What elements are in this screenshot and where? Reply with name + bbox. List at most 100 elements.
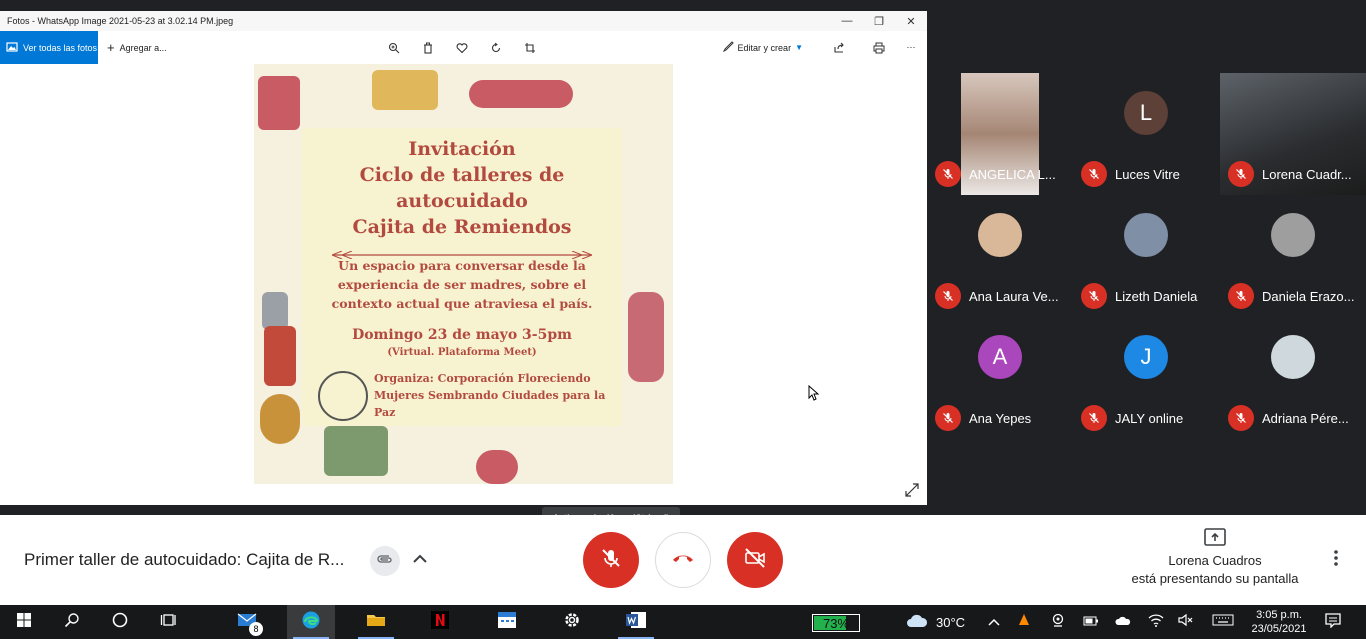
microphone-toggle-button[interactable] bbox=[583, 532, 639, 588]
camera-toggle-button[interactable] bbox=[727, 532, 783, 588]
print-icon[interactable] bbox=[871, 40, 887, 56]
battery-tray[interactable] bbox=[1083, 614, 1099, 630]
favorite-icon[interactable] bbox=[454, 40, 470, 56]
cortana-button[interactable] bbox=[96, 605, 144, 639]
participant-name: JALY online bbox=[1115, 410, 1184, 426]
avatar: L bbox=[1124, 91, 1168, 135]
participant-name: Daniela Erazo... bbox=[1262, 288, 1355, 304]
battery-indicator[interactable]: 73% bbox=[812, 614, 860, 632]
presentation-status: Lorena Cuadros está presentando su panta… bbox=[1120, 528, 1310, 588]
camera-tray[interactable] bbox=[1050, 613, 1066, 632]
organizer-line: Organiza: Corporación Floreciendo bbox=[374, 372, 591, 385]
taskbar-word[interactable] bbox=[612, 605, 660, 639]
photos-window: Fotos - WhatsApp Image 2021-05-23 at 3.0… bbox=[0, 11, 927, 505]
participant-name: ANGELICA L... bbox=[969, 166, 1056, 182]
participant-tile[interactable]: Daniela Erazo... bbox=[1220, 195, 1366, 317]
invitation-heading-line: Ciclo de talleres de bbox=[359, 164, 565, 186]
mic-off-icon bbox=[1081, 161, 1107, 187]
taskbar-edge[interactable] bbox=[287, 605, 335, 639]
word-icon bbox=[625, 611, 647, 634]
task-view-icon bbox=[160, 612, 176, 633]
participant-tile[interactable]: ANGELICA L... bbox=[927, 73, 1073, 195]
share-icon[interactable] bbox=[831, 40, 847, 56]
participant-name: Luces Vitre bbox=[1115, 166, 1180, 182]
minimize-icon[interactable]: — bbox=[831, 11, 863, 31]
taskbar-netflix[interactable] bbox=[416, 605, 464, 639]
invitation-heading-line: autocuidado bbox=[396, 190, 528, 212]
photo-tools bbox=[386, 31, 538, 64]
close-icon[interactable]: ✕ bbox=[895, 11, 927, 31]
clock-time: 3:05 p.m. bbox=[1256, 609, 1302, 621]
invitation-subtitle-line: experiencia de ser madres, sobre el bbox=[337, 277, 587, 292]
keyboard-tray[interactable] bbox=[1212, 614, 1234, 630]
folder-icon bbox=[366, 612, 386, 633]
search-button[interactable] bbox=[48, 605, 96, 639]
chevron-up-icon bbox=[413, 550, 427, 568]
keyboard-icon bbox=[1212, 613, 1234, 631]
onedrive-tray[interactable] bbox=[1115, 614, 1131, 630]
organizer-logo bbox=[318, 370, 368, 421]
attachment-button[interactable] bbox=[370, 546, 400, 576]
present-screen-icon bbox=[1204, 528, 1226, 546]
participant-tile[interactable]: Lizeth Daniela bbox=[1073, 195, 1219, 317]
participant-name: Adriana Pére... bbox=[1262, 410, 1349, 426]
webcam-icon bbox=[1051, 613, 1065, 632]
participant-name: Ana Yepes bbox=[969, 410, 1032, 426]
taskbar-mail[interactable]: 8 bbox=[223, 605, 271, 639]
participant-tile[interactable]: Adriana Pére... bbox=[1220, 317, 1366, 439]
delete-icon[interactable] bbox=[420, 40, 436, 56]
edit-create-button[interactable]: Editar y crear ▼ bbox=[722, 41, 803, 54]
taskbar-file-explorer[interactable] bbox=[352, 605, 400, 639]
add-to-button[interactable]: + Agregar a... bbox=[107, 40, 167, 55]
mouse-cursor-icon bbox=[808, 384, 820, 401]
crop-icon[interactable] bbox=[522, 40, 538, 56]
clock[interactable]: 3:05 p.m. 23/05/2021 bbox=[1244, 608, 1314, 636]
photo-tools-right: Editar y crear ▼ ⋯ bbox=[722, 31, 919, 64]
vlc-tray[interactable] bbox=[1016, 613, 1032, 630]
wifi-icon bbox=[1148, 613, 1164, 632]
more-options-button[interactable] bbox=[1326, 549, 1346, 571]
participant-tile[interactable]: L Luces Vitre bbox=[1073, 73, 1219, 195]
leave-call-button[interactable] bbox=[655, 532, 711, 588]
mannequin-illustration bbox=[628, 292, 664, 382]
wifi-tray[interactable] bbox=[1148, 613, 1164, 632]
invitation-subtitle-line: Un espacio para conversar desde la bbox=[338, 258, 586, 273]
participant-name: Lizeth Daniela bbox=[1115, 288, 1198, 304]
netflix-icon bbox=[431, 610, 449, 634]
thimble-illustration bbox=[262, 292, 288, 330]
cloud-icon bbox=[906, 614, 928, 631]
mic-off-icon bbox=[935, 405, 961, 431]
photos-toolbar: Ver todas las fotos + Agregar a... Edita… bbox=[0, 31, 927, 64]
invitation-card: Invitación Ciclo de talleres de autocuid… bbox=[302, 128, 622, 426]
view-all-photos-button[interactable]: Ver todas las fotos bbox=[0, 31, 98, 64]
participant-tile[interactable]: Ana Laura Ve... bbox=[927, 195, 1073, 317]
zoom-icon[interactable] bbox=[386, 40, 402, 56]
more-options-icon[interactable]: ⋯ bbox=[903, 40, 919, 56]
task-view-button[interactable] bbox=[144, 605, 192, 639]
fullscreen-icon[interactable] bbox=[905, 483, 919, 497]
rotate-icon[interactable] bbox=[488, 40, 504, 56]
scissors-bottom-illustration bbox=[476, 450, 518, 484]
invitation-heading-line: Invitación bbox=[408, 138, 516, 160]
notification-icon bbox=[1325, 612, 1341, 633]
participant-tile[interactable]: J JALY online bbox=[1073, 317, 1219, 439]
taskbar-settings[interactable] bbox=[548, 605, 596, 639]
volume-tray[interactable] bbox=[1178, 613, 1194, 630]
restore-icon[interactable]: ❐ bbox=[863, 11, 895, 31]
scissors-illustration bbox=[469, 80, 573, 108]
meeting-details-chevron[interactable] bbox=[410, 549, 430, 569]
chevron-down-icon: ▼ bbox=[795, 43, 803, 52]
photos-titlebar: Fotos - WhatsApp Image 2021-05-23 at 3.0… bbox=[0, 11, 927, 31]
weather-widget[interactable]: 30°C bbox=[906, 605, 965, 639]
invitation-date: Domingo 23 de mayo 3-5pm bbox=[352, 327, 572, 343]
participant-tile[interactable]: Lorena Cuadr... bbox=[1220, 73, 1366, 195]
show-hidden-icons[interactable] bbox=[986, 614, 1002, 630]
notifications-button[interactable] bbox=[1325, 612, 1341, 633]
invitation-heading-line: Cajita de Remiendos bbox=[352, 216, 572, 238]
participant-tile[interactable]: A Ana Yepes bbox=[927, 317, 1073, 439]
start-button[interactable] bbox=[0, 605, 48, 639]
paperclip-icon bbox=[377, 552, 393, 570]
meeting-title[interactable]: Primer taller de autocuidado: Cajita de … bbox=[24, 550, 344, 570]
participant-grid: ANGELICA L... L Luces Vitre Lorena Cuadr… bbox=[927, 73, 1366, 439]
taskbar-calendar[interactable] bbox=[483, 605, 531, 639]
